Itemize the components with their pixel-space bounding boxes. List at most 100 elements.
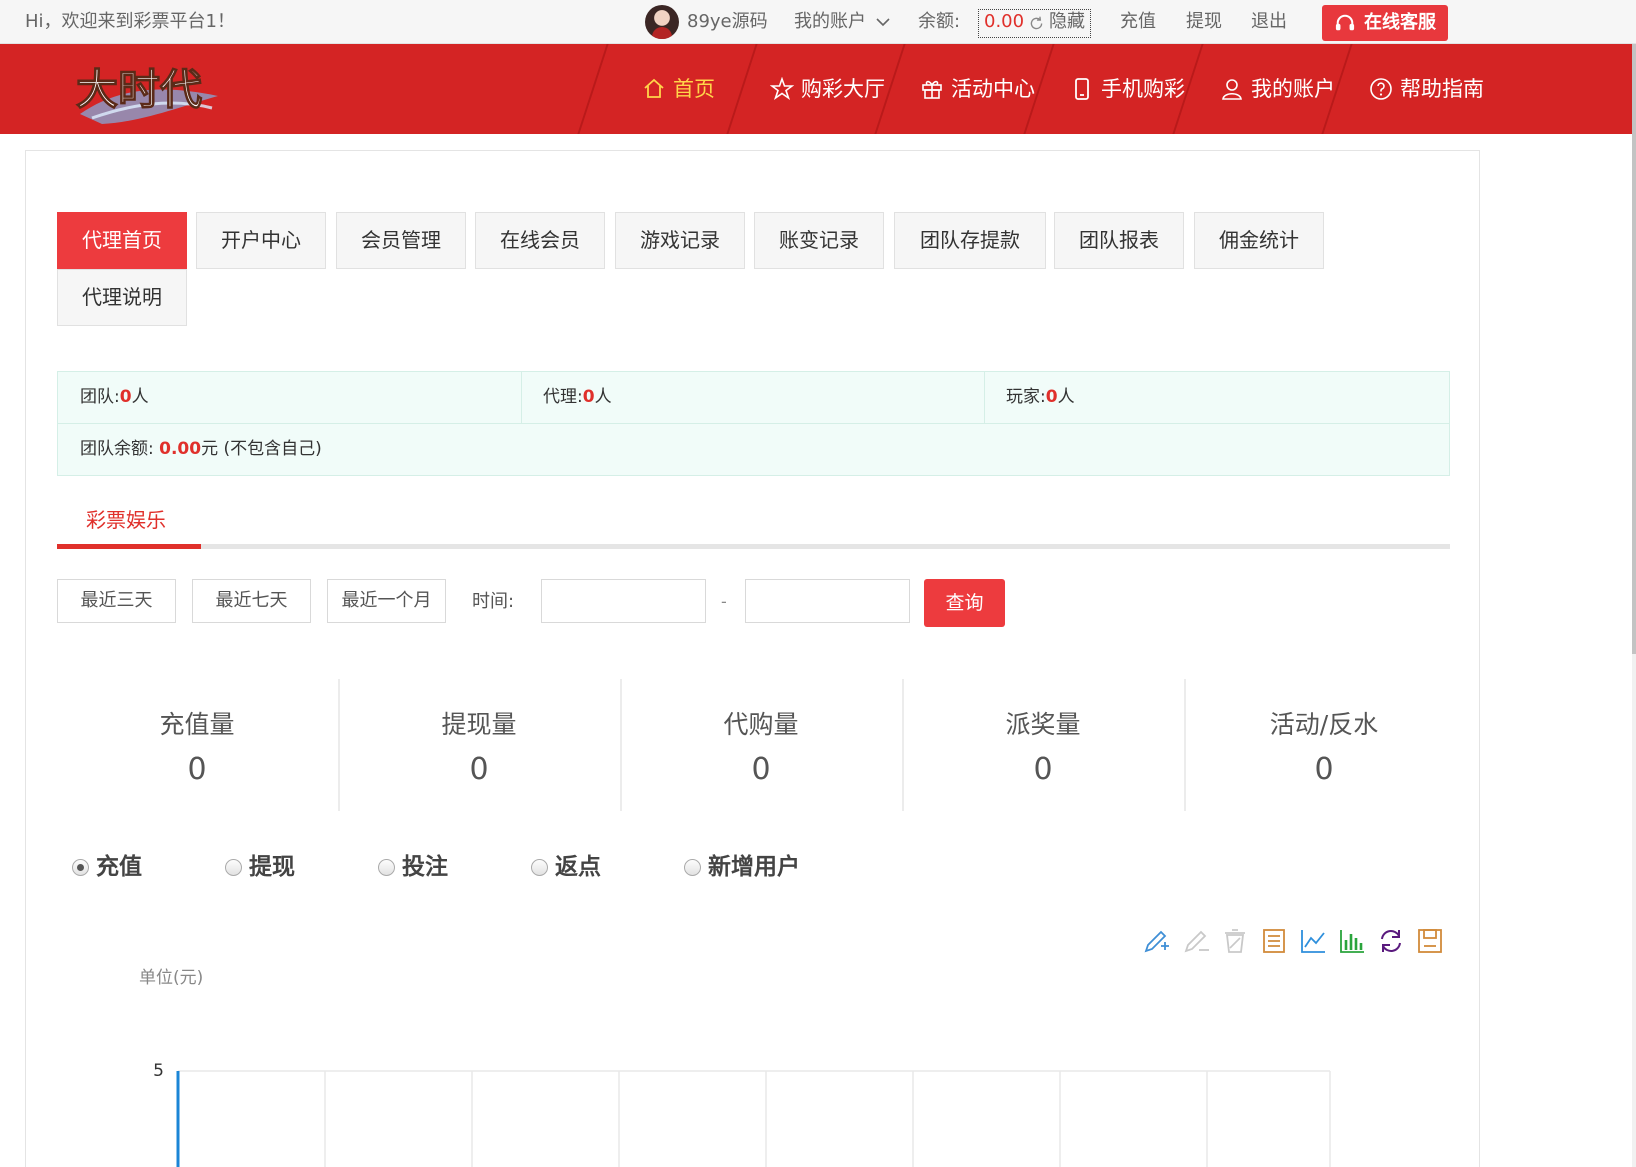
end-date-input[interactable]	[745, 579, 910, 623]
tab-team-deposit-withdraw[interactable]: 团队存提款	[894, 212, 1046, 269]
tab-account-opening[interactable]: 开户中心	[196, 212, 326, 269]
site-logo[interactable]: 大时代	[72, 52, 222, 128]
last-month-button[interactable]: 最近一个月	[327, 579, 446, 623]
metric-purchase-label: 代购量	[723, 710, 799, 739]
subtab-lottery[interactable]: 彩票娱乐	[86, 506, 166, 534]
chart: 5	[153, 1061, 1331, 1167]
agent-count-label: 代理:	[543, 387, 583, 407]
withdraw-link[interactable]: 提现	[1186, 10, 1222, 34]
agent-count-value: 0	[582, 387, 595, 407]
team-count: 团队:0人	[80, 385, 149, 409]
team-balance: 团队余额: 0.00元 (不包含自己)	[80, 437, 322, 461]
query-button[interactable]: 查询	[924, 579, 1005, 627]
metric-withdraw-label: 提现量	[441, 710, 517, 739]
team-count-value: 0	[119, 387, 132, 407]
metric-withdraw-value: 0	[469, 752, 489, 787]
metric-payout-label: 派奖量	[1005, 710, 1081, 739]
date-separator: -	[721, 592, 727, 611]
radio-withdraw-label: 提现	[249, 854, 295, 880]
start-date-input[interactable]	[541, 579, 706, 623]
line-chart-icon[interactable]	[1298, 926, 1328, 956]
tab-member-management[interactable]: 会员管理	[336, 212, 466, 269]
team-balance-row: 团队余额: 0.00元 (不包含自己)	[58, 423, 1449, 459]
tab-game-records[interactable]: 游戏记录	[615, 212, 745, 269]
save-image-icon[interactable]	[1415, 926, 1445, 956]
radio-dot	[378, 859, 395, 876]
player-count: 玩家:0人	[1006, 385, 1075, 409]
tab-agent-guide[interactable]: 代理说明	[57, 269, 187, 326]
my-account-label: 我的账户	[794, 11, 866, 32]
scroll-thumb[interactable]	[1632, 44, 1636, 654]
stats-divider	[521, 372, 522, 423]
mark-icon[interactable]	[1141, 926, 1171, 956]
metric-payout-value: 0	[1033, 752, 1053, 787]
radio-dot	[225, 859, 242, 876]
nav-home[interactable]: 首页	[642, 72, 732, 106]
nav-lottery-hall[interactable]: 购彩大厅	[770, 72, 890, 106]
nav-my-account[interactable]: 我的账户	[1220, 72, 1340, 106]
nav-lottery-hall-label: 购彩大厅	[801, 77, 885, 101]
subtab-track	[57, 544, 1450, 549]
gift-icon	[922, 80, 942, 99]
username[interactable]: 89ye源码	[687, 10, 768, 34]
refresh-icon[interactable]	[1028, 15, 1045, 32]
online-service-button[interactable]: 在线客服	[1322, 5, 1448, 41]
radio-rebate-label: 返点	[555, 854, 601, 880]
nav-activity-center-label: 活动中心	[951, 77, 1035, 101]
person-unit: 人	[1057, 387, 1075, 407]
logout-link[interactable]: 退出	[1251, 10, 1287, 34]
nav-activity-center[interactable]: 活动中心	[920, 72, 1040, 106]
bar-chart-icon[interactable]	[1337, 926, 1367, 956]
restore-icon[interactable]	[1376, 926, 1406, 956]
tab-commission-stats[interactable]: 佣金统计	[1194, 212, 1324, 269]
team-count-label: 团队:	[80, 387, 120, 407]
metric-recharge-value: 0	[187, 752, 207, 787]
tab-team-report[interactable]: 团队报表	[1054, 212, 1184, 269]
mark-undo-icon[interactable]	[1181, 926, 1211, 956]
tab-agent-home[interactable]: 代理首页	[57, 212, 187, 269]
top-bar: Hi，欢迎来到彩票平台1！ 89ye源码 我的账户 余额: 0.00 隐藏 充值…	[0, 0, 1636, 44]
player-count-label: 玩家:	[1006, 387, 1046, 407]
subtab-active-underline	[57, 544, 201, 549]
nav-my-account-label: 我的账户	[1251, 77, 1335, 101]
recharge-link[interactable]: 充值	[1120, 10, 1156, 34]
tab-balance-records[interactable]: 账变记录	[754, 212, 884, 269]
chart-unit-label: 单位(元)	[139, 968, 204, 988]
tab-online-members[interactable]: 在线会员	[475, 212, 605, 269]
my-account-menu[interactable]: 我的账户	[794, 10, 890, 34]
stats-divider	[984, 372, 985, 423]
last-7-days-button[interactable]: 最近七天	[192, 579, 311, 623]
star-icon	[770, 77, 794, 101]
content-panel	[25, 150, 1480, 1167]
data-view-icon[interactable]	[1259, 926, 1289, 956]
avatar[interactable]	[645, 5, 679, 39]
balance-label: 余额:	[918, 11, 961, 32]
nav-mobile-lottery-label: 手机购彩	[1101, 77, 1185, 101]
person-unit: 人	[131, 387, 149, 407]
metric-divider	[620, 679, 622, 811]
last-3-days-button[interactable]: 最近三天	[57, 579, 176, 623]
radio-bet-label: 投注	[402, 854, 448, 880]
time-label: 时间:	[472, 591, 515, 612]
player-count-value: 0	[1045, 387, 1058, 407]
headset-icon	[1335, 14, 1355, 31]
agent-count: 代理:0人	[543, 385, 612, 409]
logo-text: 大时代	[76, 65, 202, 114]
page-scrollbar[interactable]	[1632, 44, 1636, 1167]
mark-clear-icon[interactable]	[1220, 926, 1250, 956]
hide-balance-link[interactable]: 隐藏	[1049, 10, 1085, 34]
nav-help-guide[interactable]: 帮助指南	[1369, 72, 1489, 106]
person-unit: 人	[594, 387, 612, 407]
team-balance-label: 团队余额:	[80, 439, 154, 459]
radio-dot-selected	[72, 859, 89, 876]
radio-dot	[531, 859, 548, 876]
user-icon	[1222, 79, 1242, 100]
team-balance-value: 0.00	[159, 439, 202, 459]
radio-dot	[684, 859, 701, 876]
nav-mobile-lottery[interactable]: 手机购彩	[1070, 72, 1190, 106]
question-icon	[1370, 78, 1392, 100]
radio-recharge-label: 充值	[96, 854, 142, 880]
radio-new-users-label: 新增用户	[708, 854, 800, 880]
metric-divider	[1184, 679, 1186, 811]
chart-y-tick-label: 5	[153, 1061, 164, 1081]
